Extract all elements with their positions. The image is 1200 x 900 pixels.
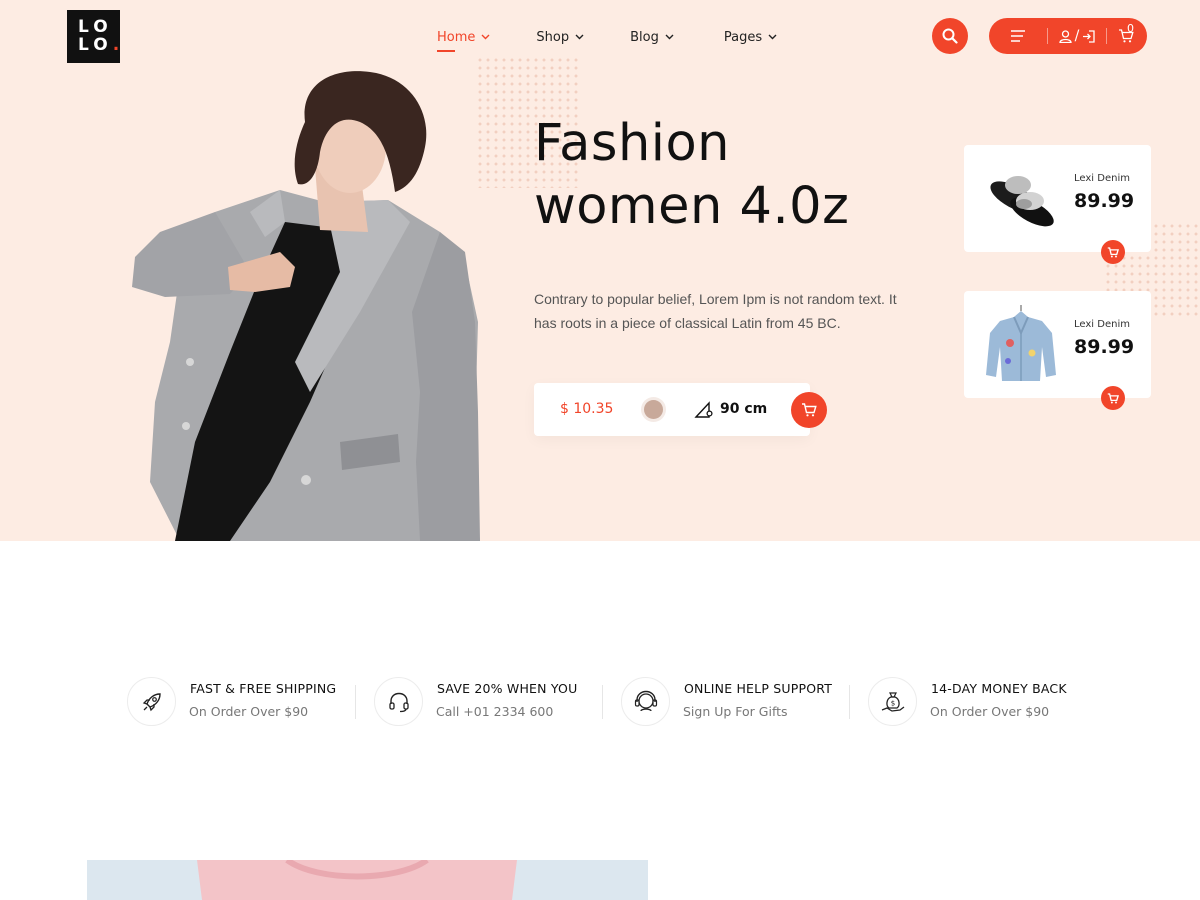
- chevron-down-icon: [768, 34, 777, 40]
- divider: [355, 685, 356, 719]
- login-icon: [1083, 29, 1096, 43]
- product-price: $ 10.35: [560, 401, 614, 417]
- chevron-down-icon: [665, 34, 674, 40]
- feature-title: SAVE 20% WHEN YOU: [437, 681, 578, 696]
- nav-item-label: Shop: [536, 29, 570, 45]
- nav-item-shop[interactable]: Shop: [536, 28, 584, 46]
- hero-title: Fashion women 4.0z: [534, 112, 894, 238]
- feature-subtitle: Sign Up For Gifts: [683, 704, 788, 719]
- hero-section: LO LO. Home Shop Blog Pages / 0 Fashion …: [0, 0, 1200, 541]
- banner-model-image: [197, 860, 517, 900]
- divider: [602, 685, 603, 719]
- rocket-icon: [142, 692, 161, 711]
- logo-text-line2: LO.: [78, 36, 120, 54]
- cart-icon: [802, 403, 817, 417]
- logo-dot: .: [112, 35, 120, 55]
- logo-text-line1: LO: [78, 17, 113, 37]
- product-price: 89.99: [1074, 190, 1135, 212]
- feature-subtitle: On Order Over $90: [189, 704, 309, 719]
- feature-icon-circle: [621, 677, 670, 726]
- product-card[interactable]: Lexi Denim 89.99: [964, 291, 1151, 398]
- logo[interactable]: LO LO.: [67, 10, 120, 63]
- product-price: 89.99: [1074, 336, 1135, 358]
- color-swatch[interactable]: [644, 400, 663, 419]
- feature-title: 14-DAY MONEY BACK: [931, 681, 1067, 696]
- cart-icon: [1107, 246, 1119, 257]
- chevron-down-icon: [481, 34, 490, 40]
- feature-title: ONLINE HELP SUPPORT: [684, 681, 833, 696]
- product-size: 90 cm: [720, 401, 768, 417]
- headphones-icon: [388, 692, 409, 712]
- cart-count-badge: 0: [1127, 22, 1134, 35]
- nav-item-label: Pages: [723, 29, 763, 45]
- cart-icon: [1107, 392, 1119, 403]
- money-bag-icon: $: [881, 691, 904, 712]
- add-to-cart-button[interactable]: [1101, 386, 1125, 410]
- ruler-size-icon: [694, 401, 713, 418]
- feature-subtitle: Call +01 2334 600: [436, 704, 554, 719]
- hero-title-line2: women 4.0z: [534, 177, 850, 236]
- product-name: Lexi Denim: [1074, 319, 1130, 330]
- product-name: Lexi Denim: [1074, 173, 1130, 184]
- feature-icon-circle: [374, 677, 423, 726]
- headset-icon: [634, 690, 657, 711]
- divider: [849, 685, 850, 719]
- features-row: FAST & FREE SHIPPING On Order Over $90 S…: [127, 677, 1087, 729]
- nav-item-pages[interactable]: Pages: [724, 28, 777, 46]
- hero-description: Contrary to popular belief, Lorem Ipm is…: [534, 291, 897, 331]
- logo-text-line2-letters: LO: [78, 35, 113, 55]
- chevron-down-icon: [575, 34, 584, 40]
- product-info-bar: $ 10.35 90 cm: [534, 383, 810, 436]
- nav-item-label: Blog: [630, 29, 659, 45]
- main-nav: Home Shop Blog Pages: [437, 28, 777, 52]
- feature-icon-circle: [127, 677, 176, 726]
- product-image-jacket: [986, 305, 1056, 381]
- nav-item-label: Home: [437, 29, 476, 45]
- account-separator: /: [1074, 28, 1080, 44]
- nav-item-home[interactable]: Home: [437, 28, 490, 52]
- menu-icon: [1011, 30, 1025, 42]
- promo-banner-image: [87, 860, 648, 900]
- account-button[interactable]: /: [1048, 18, 1106, 54]
- hero-title-line1: Fashion: [534, 114, 730, 173]
- menu-button[interactable]: [989, 18, 1047, 54]
- nav-item-blog[interactable]: Blog: [630, 28, 674, 46]
- product-card[interactable]: Lexi Denim 89.99: [964, 145, 1151, 252]
- add-to-cart-button[interactable]: [791, 392, 827, 428]
- search-icon: [942, 28, 958, 44]
- user-icon: [1058, 29, 1072, 43]
- svg-text:$: $: [890, 699, 894, 707]
- cart-button[interactable]: [1107, 18, 1145, 54]
- feature-title: FAST & FREE SHIPPING: [190, 681, 337, 696]
- feature-subtitle: On Order Over $90: [930, 704, 1050, 719]
- header-actions: / 0: [989, 18, 1147, 54]
- feature-icon-circle: $: [868, 677, 917, 726]
- add-to-cart-button[interactable]: [1101, 240, 1125, 264]
- search-button[interactable]: [932, 18, 968, 54]
- product-image-shoes: [990, 176, 1054, 227]
- model-image: [132, 71, 480, 541]
